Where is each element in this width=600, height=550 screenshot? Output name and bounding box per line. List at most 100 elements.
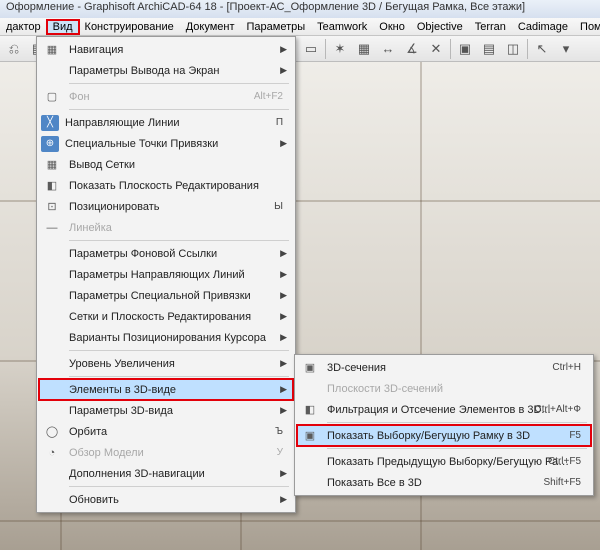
title-bar: Оформление - Graphisoft ArchiCAD-64 18 -… — [0, 0, 600, 18]
menu-view-item[interactable]: ▦Вывод Сетки — [39, 154, 293, 175]
menu-view: ▦Навигация▶Параметры Вывода на Экран▶▢Фо… — [36, 36, 296, 513]
menu-view-item[interactable]: ▦ Навигация ▶ — [39, 39, 293, 60]
submenu-3d-item[interactable]: Показать Предыдущую Выборку/Бегущую Рамк… — [297, 451, 591, 472]
menu-view-item[interactable]: Параметры Вывода на Экран▶ — [39, 60, 293, 81]
menu-item-shortcut: П — [276, 117, 283, 128]
menu-view-item[interactable]: Варианты Позиционирования Курсора ▶ — [39, 327, 293, 348]
submenu-3d-item[interactable]: ◧Фильтрация и Отсечение Элементов в 3D..… — [297, 399, 591, 420]
menubar-item-1[interactable]: Вид — [47, 20, 79, 34]
tool-intersect-icon[interactable]: ✕ — [426, 39, 446, 59]
tool-snap-icon[interactable]: ✶ — [330, 39, 350, 59]
menubar-item-2[interactable]: Конструирование — [79, 20, 180, 34]
submenu-arrow-icon: ▶ — [280, 311, 287, 322]
menubar-item-7[interactable]: Objective — [411, 20, 469, 34]
submenu-arrow-icon: ▶ — [280, 358, 287, 369]
menu-item-icon — [41, 329, 63, 347]
window-title: Оформление - Graphisoft ArchiCAD-64 18 -… — [6, 1, 525, 13]
menubar-item-10[interactable]: Помощь — [574, 20, 600, 34]
tool-layers-icon[interactable]: ▤ — [479, 39, 499, 59]
menu-item-label: Элементы в 3D-виде — [69, 384, 275, 396]
tool-wall-icon[interactable]: ▭ — [301, 39, 321, 59]
menu-item-shortcut: Ъ — [275, 426, 283, 437]
tool-more-icon[interactable]: ▾ — [556, 39, 576, 59]
menu-item-label: Параметры Направляющих Линий — [69, 269, 275, 281]
menu-separator — [327, 448, 587, 449]
menu-item-shortcut: F5 — [569, 430, 581, 441]
menu-item-icon — [299, 380, 321, 398]
menu-item-icon: ▦ — [41, 41, 63, 59]
menu-separator — [327, 422, 587, 423]
menu-item-shortcut: Shift+F5 — [543, 477, 581, 488]
menu-view-item[interactable]: Параметры 3D-вида▶ — [39, 400, 293, 421]
submenu-arrow-icon: ▶ — [280, 405, 287, 416]
menu-item-shortcut: Ы — [274, 201, 283, 212]
menu-view-item[interactable]: Параметры Направляющих Линий▶ — [39, 264, 293, 285]
menu-item-icon — [41, 402, 63, 420]
menu-view-item[interactable]: ⊡ПозиционироватьЫ — [39, 196, 293, 217]
menu-item-label: Фон — [69, 91, 275, 103]
menu-item-icon: ◧ — [41, 177, 63, 195]
menu-item-label: Навигация — [69, 44, 275, 56]
menu-item-icon — [41, 355, 63, 373]
submenu-arrow-icon: ▶ — [280, 65, 287, 76]
menu-view-item[interactable]: ╳Направляющие ЛинииП — [39, 112, 293, 133]
menu-item-icon: ⊕ — [41, 136, 59, 152]
menu-item-label: Направляющие Линии — [65, 117, 275, 129]
menu-separator — [69, 109, 289, 110]
menu-item-label: Плоскости 3D-сечений — [327, 383, 573, 395]
menubar-item-0[interactable]: дактор — [0, 20, 47, 34]
menu-view-item: ▢ФонAlt+F2 — [39, 86, 293, 107]
menu-item-label: Показать Все в 3D — [327, 477, 573, 489]
submenu-3d-item[interactable]: ▣Показать Выборку/Бегущую Рамку в 3DF5 — [297, 425, 591, 446]
menu-item-icon: — — [41, 219, 63, 237]
menu-view-item[interactable]: Обновить▶ — [39, 489, 293, 510]
menu-separator — [69, 350, 289, 351]
menubar-item-9[interactable]: Cadimage — [512, 20, 574, 34]
menu-view-item[interactable]: Уровень Увеличения▶ — [39, 353, 293, 374]
menubar-item-3[interactable]: Документ — [180, 20, 241, 34]
menu-separator — [69, 486, 289, 487]
submenu-arrow-icon: ▶ — [280, 138, 287, 149]
menu-item-icon: ◧ — [299, 401, 321, 419]
menu-item-icon: ▣ — [299, 427, 321, 445]
menubar-item-8[interactable]: Terran — [469, 20, 512, 34]
tool-cursor-icon[interactable]: ↖ — [532, 39, 552, 59]
tool-3d-icon[interactable]: ◫ — [503, 39, 523, 59]
menubar-item-4[interactable]: Параметры — [241, 20, 312, 34]
menu-item-icon: ◔ — [41, 444, 63, 462]
toolbar-sep — [325, 39, 326, 59]
tool-view-icon[interactable]: ▣ — [455, 39, 475, 59]
submenu-3d-item[interactable]: ▣3D-сеченияCtrl+Н — [297, 357, 591, 378]
menu-item-icon — [41, 62, 63, 80]
menu-view-item[interactable]: ⊕ Специальные Точки Привязки ▶ — [39, 133, 293, 154]
menu-item-shortcut: У — [277, 447, 283, 458]
menu-view-item: ◔Обзор МоделиУ — [39, 442, 293, 463]
menu-item-label: Показать Предыдущую Выборку/Бегущую Рамк… — [327, 456, 573, 468]
menu-item-label: Показать Плоскость Редактирования — [69, 180, 275, 192]
tool-angle-icon[interactable]: ∡ — [402, 39, 422, 59]
menu-item-label: Сетки и Плоскость Редактирования — [69, 311, 275, 323]
menu-view-item[interactable]: ◧ Показать Плоскость Редактирования — [39, 175, 293, 196]
toolbar-sep — [527, 39, 528, 59]
menu-view-item[interactable]: Сетки и Плоскость Редактирования ▶ — [39, 306, 293, 327]
menu-view-item[interactable]: Параметры Специальной Привязки▶ — [39, 285, 293, 306]
tool-grid-icon[interactable]: ▦ — [354, 39, 374, 59]
menu-item-label: Специальные Точки Привязки — [65, 138, 275, 150]
submenu-arrow-icon: ▶ — [280, 44, 287, 55]
menu-item-icon — [41, 491, 63, 509]
menu-item-label: Варианты Позиционирования Курсора — [69, 332, 275, 344]
menubar-item-5[interactable]: Teamwork — [311, 20, 373, 34]
menu-item-icon — [299, 474, 321, 492]
menu-item-icon — [41, 381, 63, 399]
menubar-item-6[interactable]: Окно — [373, 20, 411, 34]
menu-view-item[interactable]: Дополнения 3D-навигации▶ — [39, 463, 293, 484]
menu-view-item[interactable]: Элементы в 3D-виде▶ — [39, 379, 293, 400]
menu-view-item[interactable]: Параметры Фоновой Ссылки▶ — [39, 243, 293, 264]
submenu-arrow-icon: ▶ — [280, 248, 287, 259]
tool-measure-icon[interactable]: ↔ — [378, 39, 398, 59]
submenu-3d-item[interactable]: Показать Все в 3DShift+F5 — [297, 472, 591, 493]
tool-undo-icon[interactable]: ⎌ — [4, 39, 24, 59]
menu-separator — [69, 240, 289, 241]
menu-view-item[interactable]: ◯ОрбитаЪ — [39, 421, 293, 442]
submenu-arrow-icon: ▶ — [280, 332, 287, 343]
